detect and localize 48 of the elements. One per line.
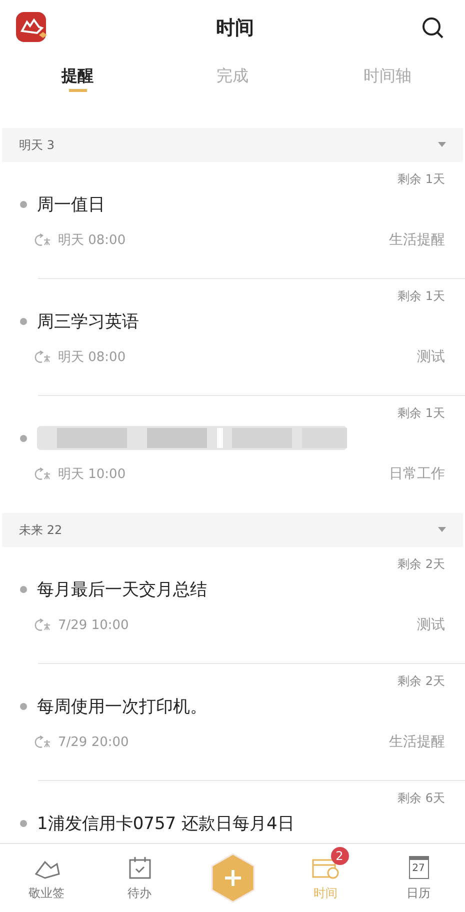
reminder-time: 明天 10:00 — [58, 466, 126, 483]
bullet-dot — [20, 318, 27, 324]
reminder-time: 7/29 10:00 — [58, 618, 129, 632]
reminder-time: 明天 08:00 — [58, 232, 126, 249]
bullet-dot — [20, 200, 27, 208]
calendar-check-icon — [128, 856, 152, 880]
category-label: 日常工作 — [389, 465, 445, 483]
reminder-title: 周一值日 — [37, 194, 105, 216]
remaining-days: 剩余 2天 — [20, 554, 445, 574]
nav-label: 日历 — [406, 884, 430, 902]
repeat-icon — [34, 350, 52, 364]
nav-label: 敬业签 — [28, 884, 64, 902]
reminder-title: 每月最后一天交月总结 — [37, 578, 207, 600]
bullet-dot — [20, 586, 27, 592]
category-label: 测试 — [417, 348, 445, 366]
repeat-icon — [34, 735, 52, 749]
reminder-title: 每周使用一次打印机。 — [37, 696, 207, 718]
group-label: 明天 3 — [19, 136, 54, 154]
repeat-icon — [34, 618, 52, 632]
bullet-dot — [20, 820, 27, 826]
category-label: 测试 — [417, 616, 445, 634]
remaining-days: 剩余 1天 — [20, 286, 445, 306]
notification-badge: 2 — [330, 846, 348, 864]
group-header[interactable]: 未来 22 — [2, 513, 463, 547]
app-logo-icon[interactable] — [15, 11, 49, 45]
reminder-time: 7/29 20:00 — [58, 734, 129, 750]
bullet-dot — [20, 434, 27, 442]
page-title: 时间 — [216, 16, 254, 41]
search-icon[interactable] — [421, 16, 445, 40]
group-header[interactable]: 明天 3 — [2, 128, 463, 162]
remaining-days: 剩余 6天 — [20, 788, 445, 808]
category-label: 生活提醒 — [389, 733, 445, 751]
category-label: 生活提醒 — [389, 231, 445, 249]
reminder-title: 1浦发信用卡0757 还款日每月4日 — [37, 812, 294, 834]
repeat-icon — [34, 467, 52, 481]
group-label: 未来 22 — [19, 522, 62, 538]
remaining-days: 剩余 1天 — [20, 403, 445, 423]
nav-label: 时间 — [314, 884, 338, 902]
collapse-caret-icon — [438, 527, 446, 533]
remaining-days: 剩余 1天 — [20, 169, 445, 189]
reminder-title: 周三学习英语 — [37, 310, 139, 332]
remaining-days: 剩余 2天 — [20, 671, 445, 691]
collapse-caret-icon — [438, 142, 446, 148]
bullet-dot — [20, 702, 27, 710]
calendar-icon: 27 — [408, 856, 428, 879]
repeat-icon — [34, 233, 52, 247]
reminder-time: 明天 08:00 — [58, 349, 126, 366]
nav-label: 待办 — [128, 884, 152, 902]
